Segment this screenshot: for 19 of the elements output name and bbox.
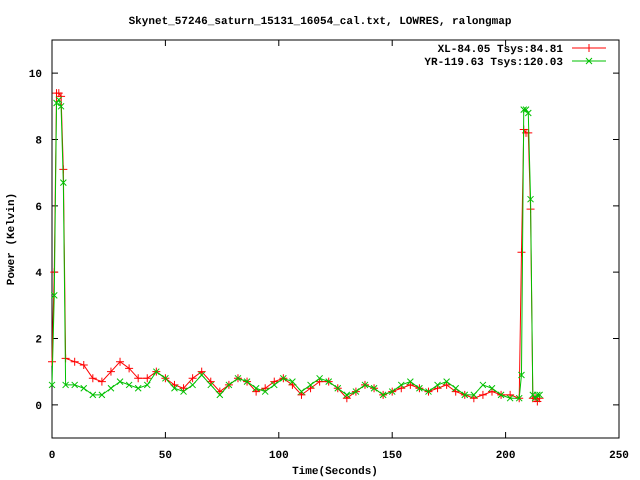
chart-title: Skynet_57246_saturn_15131_16054_cal.txt, LOWRES, ralongmap (128, 16, 512, 28)
x-tick-label: 50 (158, 450, 172, 462)
x-tick-label: 100 (268, 450, 289, 462)
legend-label: YR-119.63 Tsys:120.03 (424, 57, 563, 69)
legend-label: XL-84.05 Tsys:84.81 (438, 44, 563, 56)
x-tick-label: 0 (48, 450, 56, 462)
x-tick-label: 200 (496, 450, 516, 462)
x-tick-label: 150 (382, 450, 402, 462)
y-tick-label: 2 (35, 334, 42, 346)
y-axis-label: Power (Kelvin) (6, 192, 18, 286)
y-tick-label: 8 (35, 136, 42, 148)
y-tick-label: 6 (35, 202, 42, 214)
y-tick-label: 0 (35, 400, 42, 413)
y-tick-label: 4 (35, 268, 42, 280)
x-tick-label: 250 (609, 450, 629, 462)
y-tick-label: 10 (28, 69, 42, 82)
legend-sample (572, 44, 606, 52)
legend-sample (572, 58, 606, 64)
x-axis-label: Time(Seconds) (292, 466, 378, 478)
